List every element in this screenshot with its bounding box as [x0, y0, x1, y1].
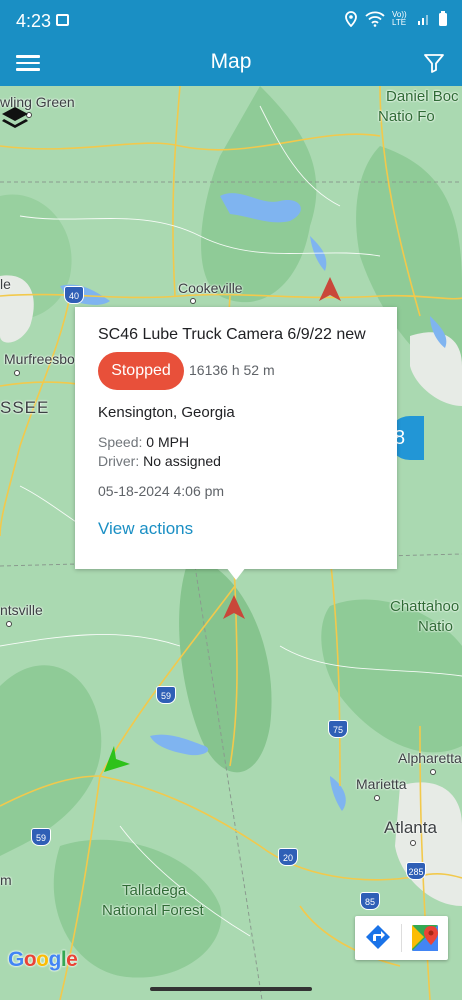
driver-row: Driver: No assigned: [98, 453, 221, 469]
driver-label: Driver:: [98, 453, 140, 469]
status-bar: 4:23 Vo)) LTE: [0, 0, 462, 42]
vehicle-marker-stopped[interactable]: [318, 276, 342, 302]
place-chattahoochee-2: Natio: [418, 618, 454, 635]
speed-label: Speed:: [98, 434, 143, 450]
google-logo: Google: [8, 948, 78, 971]
volte-icon: Vo)) LTE: [392, 10, 407, 27]
directions-icon[interactable]: [355, 916, 401, 960]
driver-value: No assigned: [143, 453, 221, 469]
map-screen: 4:23 Vo)) LTE Map wling Green Daniel Boc…: [0, 0, 462, 1000]
highway-shield: 20: [278, 848, 298, 866]
highway-shield: 59: [156, 686, 176, 704]
vehicle-title: SC46 Lube Truck Camera 6/9/22 new: [98, 326, 366, 343]
vehicle-marker-moving[interactable]: [102, 744, 132, 774]
place-talladega-1: Talladega: [122, 882, 187, 899]
highway-shield: 85: [360, 892, 380, 910]
view-actions-link[interactable]: View actions: [98, 519, 193, 539]
layers-icon[interactable]: [0, 104, 30, 132]
home-gesture-pill[interactable]: [150, 987, 312, 991]
highway-shield: 285: [406, 862, 426, 880]
filter-icon[interactable]: [422, 51, 446, 75]
city-dot: [374, 795, 380, 801]
place-daniel-boone-1: Daniel Boc: [386, 88, 459, 105]
place-murfreesboro: Murfreesbo: [4, 351, 75, 367]
highway-shield: 40: [64, 286, 84, 304]
city-dot: [190, 298, 196, 304]
place-daniel-boone-2: Natio Fo: [378, 108, 435, 125]
status-duration: 16136 h 52 m: [189, 362, 275, 378]
app-bar: Map: [0, 42, 462, 86]
place-talladega-2: National Forest: [102, 902, 204, 919]
status-icons: Vo)) LTE: [344, 11, 448, 27]
map-toolbar: [355, 916, 448, 960]
vehicle-marker-selected[interactable]: [222, 594, 246, 620]
place-alpharetta: Alpharetta: [398, 750, 462, 766]
page-title: Map: [210, 50, 252, 73]
status-badge: Stopped: [98, 352, 184, 390]
place-left-m: m: [0, 872, 12, 888]
highway-shield: 75: [328, 720, 348, 738]
highway-shield: 59: [31, 828, 51, 846]
system-nav-bar: [0, 975, 462, 1000]
last-update-datetime: 05-18-2024 4:06 pm: [98, 483, 225, 499]
city-dot: [14, 370, 20, 376]
google-maps-icon[interactable]: [402, 916, 448, 960]
city-dot: [6, 621, 12, 627]
place-cookeville: Cookeville: [178, 280, 243, 296]
place-left-e: le: [0, 276, 11, 292]
gallery-icon: [56, 14, 69, 26]
popup-pointer: [226, 567, 246, 580]
place-atlanta: Atlanta: [384, 818, 437, 837]
status-time: 4:23: [16, 11, 52, 31]
place-tennessee: SSEE: [0, 398, 50, 417]
place-chattahoochee-1: Chattahoo: [390, 598, 460, 615]
wifi-icon: [365, 11, 385, 27]
signal-icon: [418, 15, 428, 25]
city-dot: [430, 769, 436, 775]
city-dot: [410, 840, 416, 846]
speed-value: 0 MPH: [146, 434, 190, 450]
location-icon: [345, 11, 357, 27]
vehicle-location: Kensington, Georgia: [98, 404, 235, 421]
battery-icon: [439, 11, 447, 26]
place-huntsville: ntsville: [0, 602, 43, 618]
vehicle-info-popup: SC46 Lube Truck Camera 6/9/22 new Stoppe…: [75, 307, 397, 569]
place-marietta: Marietta: [356, 776, 407, 792]
speed-row: Speed: 0 MPH: [98, 434, 189, 450]
